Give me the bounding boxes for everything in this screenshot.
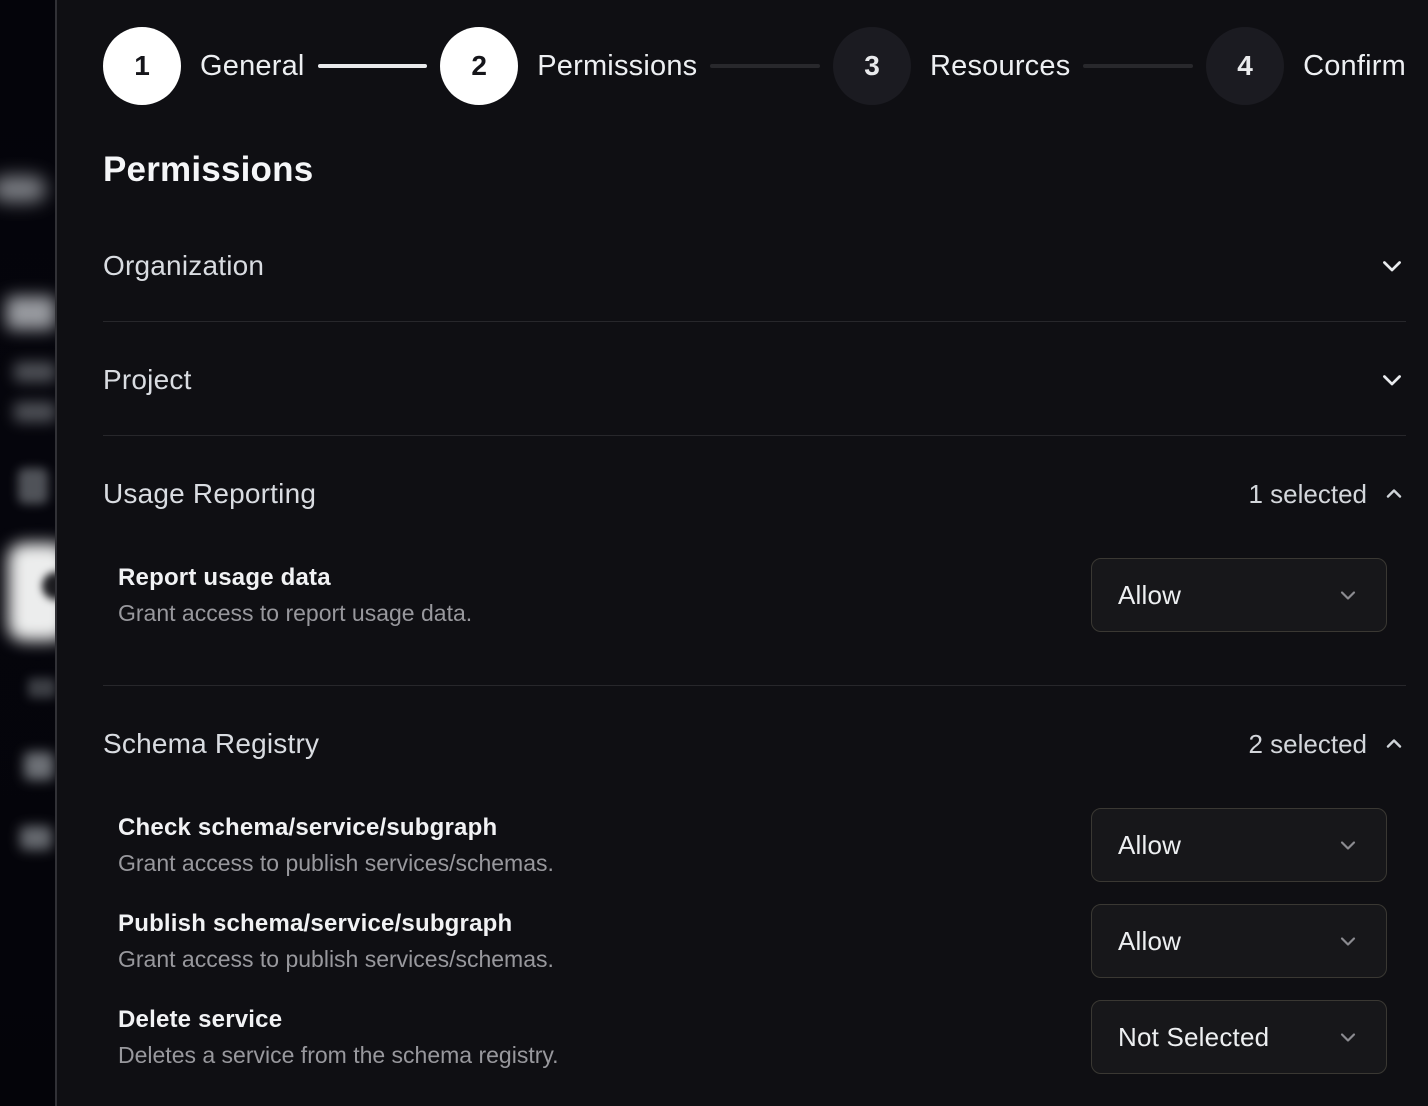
step-connector	[1083, 64, 1193, 68]
permission-row-check-schema: Check schema/service/subgraph Grant acce…	[103, 808, 1406, 882]
blurred-pill	[0, 176, 46, 202]
dropdown-value: Not Selected	[1118, 1022, 1269, 1053]
step-confirm[interactable]: 4 Confirm	[1206, 27, 1406, 105]
step-label: General	[200, 50, 305, 83]
permission-text: Delete service Deletes a service from th…	[118, 1006, 559, 1069]
blurred-menu-item	[24, 752, 54, 780]
permission-description: Grant access to report usage data.	[118, 600, 472, 627]
chevron-down-icon	[1336, 929, 1360, 953]
page-title: Permissions	[103, 150, 1406, 190]
dropdown-value: Allow	[1118, 830, 1181, 861]
permission-text: Publish schema/service/subgraph Grant ac…	[118, 910, 554, 973]
section-usage-reporting: Usage Reporting 1 selected Report usage …	[103, 436, 1406, 686]
section-schema-registry: Schema Registry 2 selected Check schema/…	[103, 686, 1406, 1102]
wizard-stepper: 1 General 2 Permissions 3 Resources 4 Co…	[103, 26, 1406, 106]
chevron-down-icon	[1336, 833, 1360, 857]
permission-select-delete-service[interactable]: Not Selected	[1091, 1000, 1387, 1074]
step-number: 4	[1237, 50, 1253, 82]
permission-row-delete-service: Delete service Deletes a service from th…	[103, 1000, 1406, 1074]
dropdown-value: Allow	[1118, 580, 1181, 611]
permission-description: Deletes a service from the schema regist…	[118, 1042, 559, 1069]
step-number: 3	[864, 50, 880, 82]
chevron-up-icon	[1382, 732, 1406, 756]
permissions-wizard-panel: 1 General 2 Permissions 3 Resources 4 Co…	[55, 0, 1428, 1106]
blurred-menu-item	[28, 678, 55, 698]
permission-text: Check schema/service/subgraph Grant acce…	[118, 814, 554, 877]
permission-text: Report usage data Grant access to report…	[118, 564, 472, 627]
step-connector	[318, 64, 428, 68]
permission-select-publish-schema[interactable]: Allow	[1091, 904, 1387, 978]
step-number-badge[interactable]: 4	[1206, 27, 1284, 105]
section-title: Usage Reporting	[103, 478, 316, 510]
blurred-text-line	[14, 362, 55, 382]
section-title: Organization	[103, 250, 264, 282]
section-header-organization[interactable]: Organization	[103, 208, 1406, 321]
section-header-right: 2 selected	[1248, 729, 1406, 760]
chevron-down-icon	[1378, 252, 1406, 280]
chevron-down-icon	[1378, 366, 1406, 394]
background-sidebar	[0, 0, 55, 1106]
permission-sections: Organization Project Usage Reporting 1 s…	[103, 208, 1406, 1102]
blurred-heading	[6, 296, 55, 330]
permission-title: Delete service	[118, 1006, 559, 1034]
chevron-down-icon	[1336, 583, 1360, 607]
permission-row-publish-schema: Publish schema/service/subgraph Grant ac…	[103, 904, 1406, 978]
section-header-usage-reporting[interactable]: Usage Reporting 1 selected	[103, 436, 1406, 510]
permission-description: Grant access to publish services/schemas…	[118, 850, 554, 877]
blurred-text-line	[14, 402, 55, 422]
permission-select-report-usage-data[interactable]: Allow	[1091, 558, 1387, 632]
step-label: Confirm	[1303, 50, 1406, 83]
step-label: Resources	[930, 50, 1070, 83]
permission-select-check-schema[interactable]: Allow	[1091, 808, 1387, 882]
step-connector	[710, 64, 820, 68]
blurred-icon	[18, 468, 48, 504]
permission-list: Check schema/service/subgraph Grant acce…	[103, 808, 1406, 1074]
permission-list: Report usage data Grant access to report…	[103, 558, 1406, 632]
step-number: 1	[134, 50, 150, 82]
section-header-right: 1 selected	[1248, 479, 1406, 510]
section-title: Project	[103, 364, 192, 396]
section-header-project[interactable]: Project	[103, 322, 1406, 435]
section-organization: Organization	[103, 208, 1406, 322]
step-number-badge[interactable]: 3	[833, 27, 911, 105]
section-title: Schema Registry	[103, 728, 319, 760]
step-resources[interactable]: 3 Resources	[833, 27, 1070, 105]
permission-title: Report usage data	[118, 564, 472, 592]
permission-row-report-usage-data: Report usage data Grant access to report…	[103, 558, 1406, 632]
step-number-badge[interactable]: 1	[103, 27, 181, 105]
section-header-schema-registry[interactable]: Schema Registry 2 selected	[103, 686, 1406, 760]
chevron-up-icon	[1382, 482, 1406, 506]
selected-count-badge: 2 selected	[1248, 729, 1367, 760]
dropdown-value: Allow	[1118, 926, 1181, 957]
selected-count-badge: 1 selected	[1248, 479, 1367, 510]
permission-title: Check schema/service/subgraph	[118, 814, 554, 842]
step-permissions[interactable]: 2 Permissions	[440, 27, 697, 105]
permission-title: Publish schema/service/subgraph	[118, 910, 554, 938]
step-general[interactable]: 1 General	[103, 27, 305, 105]
chevron-down-icon	[1336, 1025, 1360, 1049]
blurred-menu-item	[20, 826, 52, 850]
permission-description: Grant access to publish services/schemas…	[118, 946, 554, 973]
section-project: Project	[103, 322, 1406, 436]
step-number-badge[interactable]: 2	[440, 27, 518, 105]
step-label: Permissions	[537, 50, 697, 83]
step-number: 2	[471, 50, 487, 82]
